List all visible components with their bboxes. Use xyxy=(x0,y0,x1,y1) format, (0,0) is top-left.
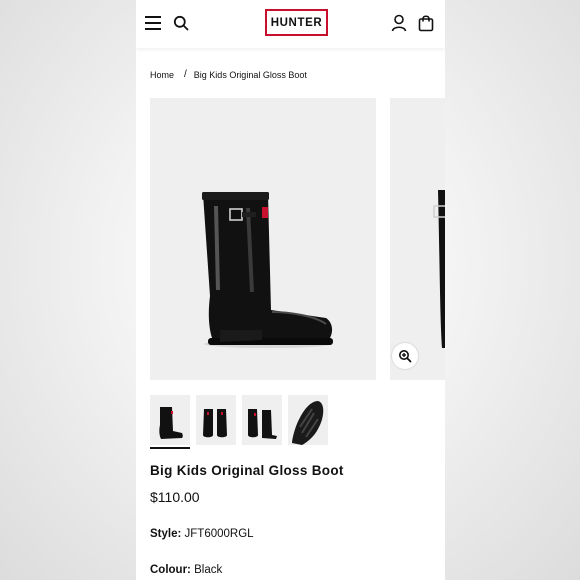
breadcrumb: Home / Big Kids Original Gloss Boot xyxy=(150,69,307,80)
style-label: Style: xyxy=(150,528,182,540)
brand-logo[interactable]: HUNTER xyxy=(265,9,328,36)
hamburger-menu-icon[interactable] xyxy=(145,16,161,30)
colour-value: Black xyxy=(194,564,223,576)
thumbnail-strip xyxy=(150,395,330,450)
product-style: Style: JFT6000RGL xyxy=(150,528,254,540)
mobile-viewport: HUNTER Home / Big Kids Original Gloss Bo… xyxy=(136,0,445,580)
selected-thumbnail-indicator xyxy=(150,447,190,449)
boot-image-partial xyxy=(433,190,445,348)
style-value: JFT6000RGL xyxy=(184,528,254,540)
breadcrumb-current: Big Kids Original Gloss Boot xyxy=(193,69,307,80)
site-header: HUNTER xyxy=(136,0,445,48)
zoom-in-icon xyxy=(399,350,412,363)
thumbnail-1[interactable] xyxy=(150,395,190,445)
breadcrumb-separator: / xyxy=(184,69,187,80)
thumbnail-4[interactable] xyxy=(288,395,328,445)
thumbnail-2[interactable] xyxy=(196,395,236,445)
breadcrumb-home[interactable]: Home xyxy=(150,70,174,80)
product-next-image[interactable] xyxy=(390,98,445,380)
product-main-image[interactable] xyxy=(150,98,376,380)
product-colour: Colour: Black xyxy=(150,564,222,576)
boot-image xyxy=(202,192,333,348)
search-icon[interactable] xyxy=(173,15,189,31)
product-title: Big Kids Original Gloss Boot xyxy=(150,463,344,478)
thumbnail-3[interactable] xyxy=(242,395,282,445)
shopping-bag-icon[interactable] xyxy=(418,14,434,32)
zoom-button[interactable] xyxy=(392,343,418,369)
colour-label: Colour: xyxy=(150,564,191,576)
account-icon[interactable] xyxy=(391,14,407,32)
product-price: $110.00 xyxy=(150,489,200,505)
